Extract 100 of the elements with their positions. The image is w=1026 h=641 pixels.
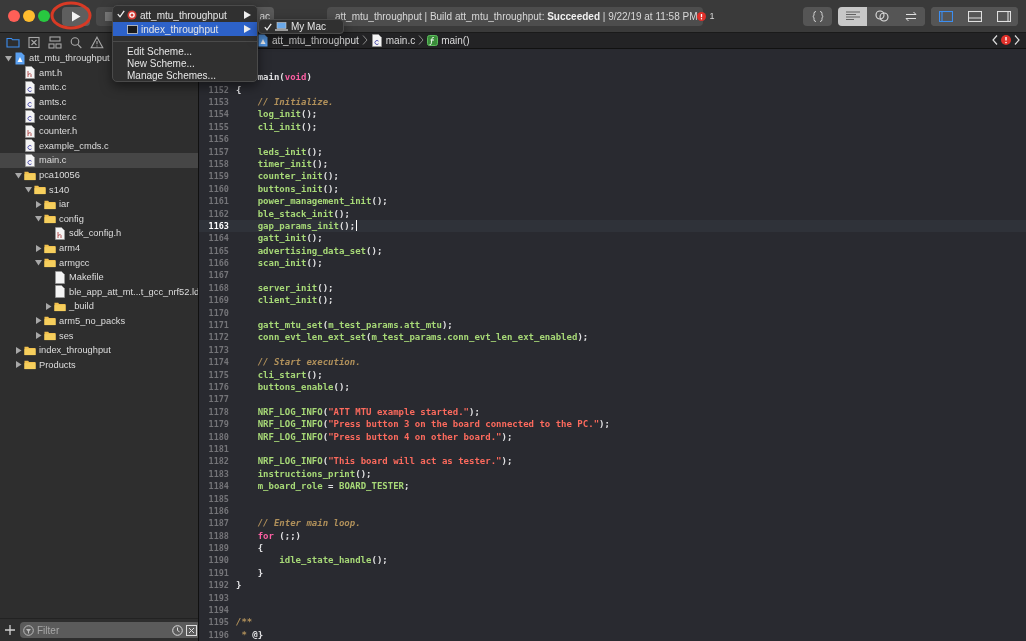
file-tree-item[interactable]: arm5_no_packs xyxy=(0,313,198,329)
navigator-tab[interactable] xyxy=(25,36,42,49)
line-number: 1192 xyxy=(207,580,230,591)
line-number: 1194 xyxy=(207,605,230,615)
navigator-tab[interactable] xyxy=(46,36,63,49)
error-icon[interactable] xyxy=(1001,35,1011,46)
file-tree-item[interactable]: main.c xyxy=(0,153,198,168)
folder-icon xyxy=(5,36,20,49)
c-file-icon xyxy=(24,139,36,153)
breadcrumb-item[interactable]: main() xyxy=(427,34,470,46)
destination-menu-item[interactable]: My Mac xyxy=(258,19,344,34)
file-tree-item[interactable]: counter.c xyxy=(0,109,198,124)
disclosure-triangle[interactable] xyxy=(14,170,23,180)
disclosure-triangle[interactable] xyxy=(14,360,23,370)
checkmark-icon xyxy=(117,10,125,18)
code-line: buttons_init(); xyxy=(256,183,339,194)
build-status: att_mtu_throughput | Build att_mtu_throughput: Succeeded | 9/22/19 at 11:58 PM xyxy=(335,10,698,22)
disclosure-triangle[interactable] xyxy=(44,301,53,311)
disclosure-triangle[interactable] xyxy=(24,185,33,195)
line-number: 1164 xyxy=(207,233,230,244)
braces-icon xyxy=(811,10,824,22)
navigator-tab[interactable] xyxy=(4,36,21,49)
next-issue-icon[interactable] xyxy=(1014,35,1020,46)
code-line: { xyxy=(256,543,264,554)
file-tree-item[interactable]: counter.h xyxy=(0,123,198,139)
code-line: * @} xyxy=(240,629,264,640)
file-tree-item[interactable]: _build xyxy=(0,299,198,314)
line-number: 1182 xyxy=(207,456,230,467)
code-line: scan_init(); xyxy=(256,258,323,269)
disclosure-triangle[interactable] xyxy=(34,243,43,253)
code-line: } xyxy=(236,580,242,591)
file-tree-item[interactable]: amts.c xyxy=(0,94,198,110)
error-count[interactable]: 1 xyxy=(697,11,715,21)
file-tree-item[interactable]: s140 xyxy=(0,182,198,197)
file-tree-item[interactable]: arm4 xyxy=(0,240,198,256)
menu-item[interactable]: Manage Schemes... xyxy=(113,69,257,81)
editor-mode-button[interactable] xyxy=(838,6,867,26)
library-button[interactable] xyxy=(803,6,832,26)
folder-icon xyxy=(44,329,56,343)
line-number: 1189 xyxy=(207,543,230,554)
file-tree-item[interactable]: armgcc xyxy=(0,255,198,270)
line-number: 1167 xyxy=(207,270,230,281)
code-line: } xyxy=(256,567,264,578)
filter-input[interactable]: Filter xyxy=(37,624,169,636)
file-tree-item[interactable]: config xyxy=(0,211,198,227)
box-icon xyxy=(26,36,41,49)
code-line: buttons_enable(); xyxy=(256,382,350,392)
file-tree-item[interactable]: iar xyxy=(0,196,198,212)
line-number: 1190 xyxy=(207,555,230,566)
function-icon xyxy=(427,34,439,46)
laptop-icon xyxy=(275,22,288,31)
code-line: gap_params_init(); xyxy=(256,220,358,232)
file-tree-item[interactable]: example_cmds.c xyxy=(0,138,198,154)
line-number: 1186 xyxy=(207,505,230,516)
disclosure-triangle[interactable] xyxy=(14,345,23,355)
disclosure-triangle[interactable] xyxy=(4,53,13,63)
disclosure-triangle[interactable] xyxy=(34,316,43,326)
code-line: for (;;) xyxy=(256,530,302,541)
disclosure-triangle[interactable] xyxy=(34,214,43,224)
code-line: advertising_data_set(); xyxy=(256,245,383,256)
line-number: 1155 xyxy=(207,121,230,132)
filter-icon xyxy=(23,624,34,636)
code-line: m_board_role = BOARD_TESTER; xyxy=(256,481,410,492)
line-number: 1168 xyxy=(207,282,230,293)
file-tree-item[interactable]: Products xyxy=(0,357,198,373)
file-tree-item[interactable]: Makefile xyxy=(0,269,198,285)
breadcrumb-item[interactable]: main.c xyxy=(370,33,416,47)
scope-icon[interactable] xyxy=(186,624,197,636)
line-number: 1191 xyxy=(207,567,230,578)
disclosure-triangle[interactable] xyxy=(34,199,43,209)
menu-item[interactable]: att_mtu_throughput xyxy=(113,8,257,22)
line-number: 1158 xyxy=(207,158,230,169)
file-tree-item[interactable]: amtc.c xyxy=(0,80,198,95)
file-tree-item[interactable]: ses xyxy=(0,328,198,343)
filter-field[interactable]: Filter xyxy=(20,622,198,638)
breadcrumb-item[interactable]: att_mtu_throughput xyxy=(257,33,359,47)
file-tree-item[interactable]: ble_app_att_mt...t_gcc_nrf52.ld xyxy=(0,284,198,300)
menu-item[interactable]: New Scheme... xyxy=(113,57,257,69)
c-file-icon xyxy=(24,95,36,109)
code-line: // Enter main loop. xyxy=(256,518,361,529)
disclosure-triangle[interactable] xyxy=(34,331,43,341)
recent-icon[interactable] xyxy=(172,624,183,636)
file-tree-item[interactable]: index_throughput xyxy=(0,342,198,358)
code-line: counter_init(); xyxy=(256,171,339,182)
code-line: gatt_mtu_set(m_test_params.att_mtu); xyxy=(256,320,453,331)
file-tree-item[interactable]: pca10056 xyxy=(0,167,198,183)
previous-issue-icon[interactable] xyxy=(992,35,998,46)
c-file-icon xyxy=(24,153,36,167)
line-number: 1160 xyxy=(207,183,230,194)
file-tree-item[interactable]: sdk_config.h xyxy=(0,226,198,241)
navigator-tab[interactable] xyxy=(88,36,105,49)
warning-icon xyxy=(89,36,104,49)
add-button[interactable] xyxy=(5,625,15,635)
minimize-button[interactable] xyxy=(23,10,35,22)
code-line: // Start execution. xyxy=(256,357,361,368)
disclosure-triangle[interactable] xyxy=(34,258,43,268)
menu-item[interactable]: Edit Scheme... xyxy=(113,45,257,57)
close-button[interactable] xyxy=(8,10,20,22)
menu-item[interactable]: index_throughput xyxy=(113,22,257,36)
zoom-button[interactable] xyxy=(38,10,50,22)
